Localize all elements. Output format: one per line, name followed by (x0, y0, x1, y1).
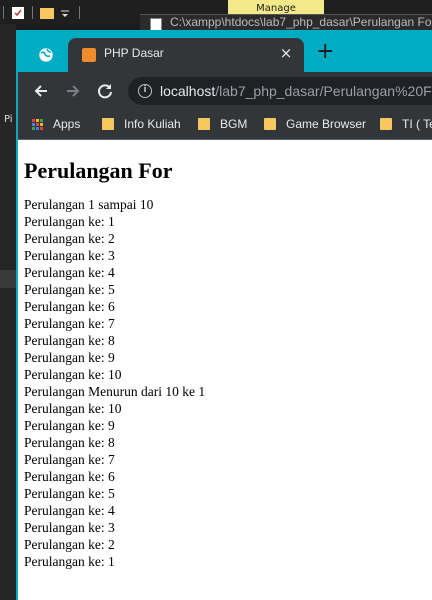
output-line: Perulangan ke: 10 (24, 367, 122, 382)
output-line: Perulangan ke: 7 (24, 452, 115, 467)
toolbar-separator (32, 5, 33, 19)
output-lines: Perulangan 1 sampai 10 Perulangan ke: 1 Pe… (24, 196, 432, 570)
output-line: Perulangan 1 sampai 10 (24, 197, 154, 212)
manage-ribbon-tab[interactable]: Manage (228, 0, 324, 14)
explorer-nav-pane: Pi (0, 24, 16, 600)
output-line: Perulangan ke: 9 (24, 350, 115, 365)
reload-icon[interactable] (94, 80, 116, 102)
toolbar-separator (3, 5, 4, 19)
output-line: Perulangan ke: 2 (24, 537, 115, 552)
properties-icon[interactable] (11, 5, 25, 19)
url-host: localhost (160, 83, 216, 99)
output-line: Perulangan ke: 5 (24, 282, 115, 297)
bookmark-bgm[interactable]: BGM (198, 117, 247, 131)
output-line: Perulangan ke: 4 (24, 503, 115, 518)
output-line: Perulangan ke: 1 (24, 554, 115, 569)
output-line: Perulangan ke: 6 (24, 469, 115, 484)
output-line: Perulangan ke: 2 (24, 231, 115, 246)
page-content: Perulangan For Perulangan 1 sampai 10 Per… (18, 141, 432, 600)
xampp-favicon-icon (82, 48, 96, 62)
output-line: Perulangan ke: 9 (24, 418, 115, 433)
tab-title: PHP Dasar (104, 46, 164, 60)
site-info-icon[interactable]: i (138, 84, 152, 98)
bookmark-label: Apps (53, 117, 81, 131)
bookmark-label: Info Kuliah (124, 117, 181, 131)
output-line: Perulangan ke: 3 (24, 248, 115, 263)
page-title: Perulangan For (24, 158, 173, 183)
tab-php-dasar[interactable]: PHP Dasar × (68, 38, 304, 72)
output-line: Perulangan Menurun dari 10 ke 1 (24, 384, 206, 399)
bookmarks-bar: Apps Info Kuliah BGM Game Browser TI ( T… (18, 110, 432, 140)
bookmark-game-browser[interactable]: Game Browser (264, 117, 366, 131)
output-line: Perulangan ke: 5 (24, 486, 115, 501)
bookmark-apps[interactable]: Apps (32, 117, 80, 131)
forward-arrow-icon[interactable] (62, 80, 84, 102)
url-text[interactable]: localhost/lab7_php_dasar/Perulangan%20Fo… (160, 83, 432, 99)
browser-toolbar: i localhost/lab7_php_dasar/Perulangan%20… (18, 72, 432, 110)
output-line: Perulangan ke: 10 (24, 401, 122, 416)
back-arrow-icon[interactable] (30, 80, 52, 102)
folder-icon (102, 118, 114, 130)
url-path: /lab7_php_dasar/Perulangan%20For (215, 83, 432, 99)
output-line: Perulangan ke: 3 (24, 520, 115, 535)
toolbar-separator (79, 5, 80, 19)
output-line: Perulangan ke: 8 (24, 333, 115, 348)
output-line: Perulangan ke: 1 (24, 214, 115, 229)
bookmark-info-kuliah[interactable]: Info Kuliah (102, 117, 181, 131)
folder-icon (380, 118, 392, 130)
nav-pane-label: Pi (4, 114, 13, 125)
quick-access-toolbar (0, 4, 83, 20)
output-line: Perulangan ke: 4 (24, 265, 115, 280)
tab-strip: PHP Dasar × + (18, 30, 432, 72)
browser-window: PHP Dasar × + i localhost/lab7_php_dasar… (16, 30, 432, 600)
folder-icon (264, 118, 276, 130)
globe-icon[interactable] (38, 47, 54, 63)
address-bar[interactable]: i localhost/lab7_php_dasar/Perulangan%20… (128, 77, 432, 105)
new-folder-icon[interactable] (40, 5, 54, 19)
output-line: Perulangan ke: 7 (24, 316, 115, 331)
bookmark-label: BGM (220, 117, 248, 131)
apps-grid-icon (32, 118, 43, 130)
output-line: Perulangan ke: 8 (24, 435, 115, 450)
bookmark-label: TI ( Te (402, 117, 432, 131)
folder-icon (198, 118, 210, 130)
new-tab-button[interactable]: + (316, 41, 334, 63)
output-line: Perulangan ke: 6 (24, 299, 115, 314)
customize-dropdown-icon[interactable] (58, 5, 72, 19)
bookmark-label: Game Browser (286, 117, 367, 131)
nav-pane-selected-row[interactable] (0, 270, 16, 288)
close-tab-icon[interactable]: × (278, 44, 294, 62)
explorer-path: C:\xampp\htdocs\lab7_php_dasar\Perulanga… (170, 15, 432, 29)
bookmark-ti[interactable]: TI ( Te (380, 117, 432, 131)
